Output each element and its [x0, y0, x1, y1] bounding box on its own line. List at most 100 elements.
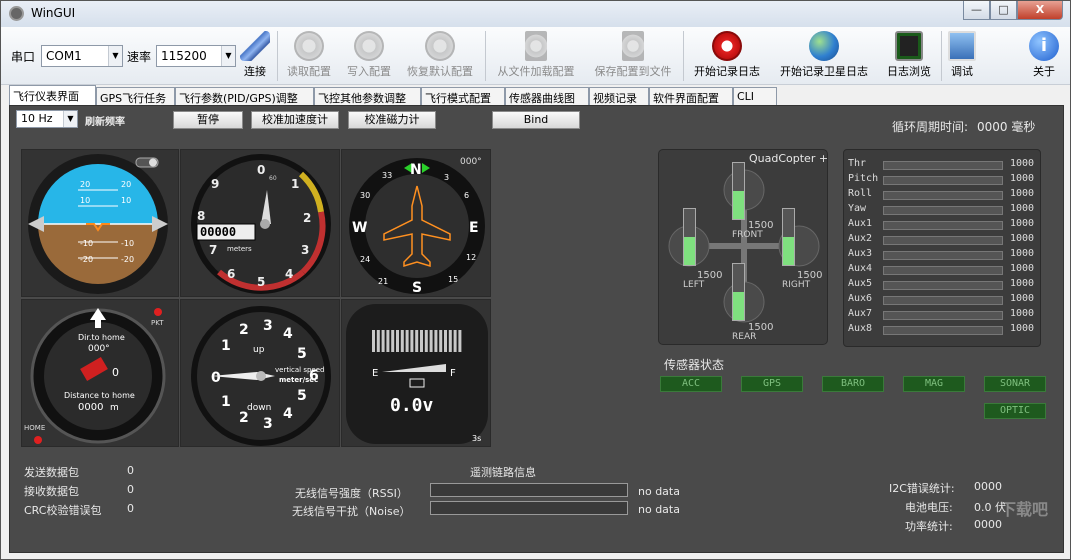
vario-numeral: 1: [221, 394, 231, 410]
connect-button[interactable]: 连接: [239, 31, 271, 79]
pitch-label: -20: [80, 255, 93, 264]
battery-scale-segment: [391, 330, 395, 352]
restore-default-button[interactable]: 恢复默认配置: [401, 31, 479, 79]
tab-cli[interactable]: CLI: [733, 87, 777, 105]
tab-gps-mission[interactable]: GPS飞行任务: [96, 87, 175, 105]
baud-select[interactable]: 115200 ▼: [156, 45, 236, 67]
minimize-button[interactable]: —: [963, 1, 990, 20]
app-icon: [9, 6, 24, 21]
vario-numeral: 5: [297, 388, 307, 404]
crc-errors-label: CRC校验错误包: [24, 504, 102, 517]
compass-tick: 33: [382, 171, 392, 180]
compass-tick: 24: [360, 255, 370, 264]
attitude-indicator: 20 10 -10 -20 20 10 -10 -20: [21, 149, 179, 297]
i2c-errors-label: I2C错误统计:: [889, 482, 955, 495]
calibrate-acc-button[interactable]: 校准加速度计: [251, 111, 339, 129]
read-config-button[interactable]: 读取配置: [281, 31, 337, 79]
sent-packets-label: 发送数据包: [24, 466, 79, 479]
tab-sensor-graphs[interactable]: 传感器曲线图: [505, 87, 589, 105]
rc-channel-row: Pitch 1000: [848, 173, 1048, 187]
log-browse-button[interactable]: 日志浏览: [881, 31, 937, 79]
close-button[interactable]: X: [1017, 1, 1063, 20]
write-config-button[interactable]: 写入配置: [341, 31, 397, 79]
port-label: 串口: [11, 50, 36, 64]
battery-empty-label: E: [372, 368, 378, 379]
save-file-label: 保存配置到文件: [594, 65, 672, 78]
rc-channel-bar: [883, 176, 1003, 185]
chevron-down-icon: ▼: [63, 111, 77, 127]
chevron-down-icon: ▼: [108, 46, 122, 66]
vario-numeral: 4: [283, 326, 293, 342]
home-gauge-svg: Dir.to home 000° 0 Distance to home 0000…: [24, 308, 166, 444]
tab-other-params[interactable]: 飞控其他参数调整: [314, 87, 421, 105]
battery-scale-segment: [439, 330, 443, 352]
save-file-button[interactable]: 保存配置到文件: [587, 31, 679, 79]
dir-home-label: Dir.to home: [78, 333, 125, 342]
motor-front-label: FRONT: [732, 230, 763, 240]
heading-value: 000°: [460, 157, 482, 167]
battery-scale-segment: [424, 330, 428, 352]
rc-channel-bar: [883, 311, 1003, 320]
motor-rear-label: REAR: [732, 332, 757, 342]
toolbar-separator: [277, 31, 278, 81]
load-file-button[interactable]: 从文件加载配置: [491, 31, 581, 79]
port-select[interactable]: COM1 ▼: [41, 45, 123, 67]
compass-south: S: [412, 280, 422, 296]
altimeter-numeral: 0: [257, 163, 265, 177]
file-import-icon: [525, 31, 547, 61]
about-button[interactable]: i 关于: [1027, 31, 1061, 79]
tab-video-record[interactable]: 视频记录: [589, 87, 649, 105]
rssi-label: 无线信号强度（RSSI）: [295, 487, 408, 500]
rc-channel-name: Roll: [848, 188, 873, 199]
compass-tick: 15: [448, 275, 458, 284]
rc-channel-value: 1000: [1010, 248, 1035, 259]
motor-right-label: RIGHT: [782, 280, 811, 290]
debug-label: 调试: [951, 65, 973, 78]
rc-channel-bar: [883, 266, 1003, 275]
recv-packets-label: 接收数据包: [24, 485, 79, 498]
tab-flight-instruments[interactable]: 飞行仪表界面: [9, 85, 96, 105]
dir-home-value: 000°: [88, 344, 110, 354]
start-sat-log-button[interactable]: 开始记录卫星日志: [773, 31, 875, 79]
heading-gauge-svg: 000° N E S W 3 6 12 15 21 24 30 33: [349, 157, 485, 296]
rc-channel-row: Aux5 1000: [848, 278, 1048, 292]
toolbar: 串口 COM1 ▼ 速率 115200 ▼ 连接 读取配置 写入配置 恢复默认配置 …: [1, 27, 1070, 85]
refresh-rate-select[interactable]: 10 Hz ▼: [16, 110, 78, 128]
rc-channel-name: Yaw: [848, 203, 867, 214]
heading-indicator: 000° N E S W 3 6 12 15 21 24 30 33: [341, 149, 491, 297]
power-stats-label: 功率统计:: [905, 520, 953, 533]
sensor-status-title: 传感器状态: [664, 358, 725, 372]
write-config-label: 写入配置: [347, 65, 391, 78]
sensor-mag-indicator: MAG: [903, 376, 965, 392]
battery-scale-segment: [429, 330, 433, 352]
start-log-button[interactable]: 开始记录日志: [687, 31, 767, 79]
motor-fill: [783, 237, 794, 265]
pause-button[interactable]: 暂停: [173, 111, 243, 129]
rc-channel-name: Aux2: [848, 233, 873, 244]
bind-button[interactable]: Bind: [492, 111, 580, 129]
maximize-button[interactable]: □: [990, 1, 1017, 20]
battery-indicator: E F 0.0v 3s: [341, 299, 491, 447]
start-sat-log-label: 开始记录卫星日志: [780, 65, 868, 78]
rc-channel-bar: [883, 296, 1003, 305]
baud-label: 速率: [127, 50, 152, 64]
pitch-label: -10: [80, 239, 93, 248]
sensor-acc-indicator: ACC: [660, 376, 722, 392]
motor-left-label: LEFT: [683, 280, 705, 290]
cycle-time-label: 循环周期时间:: [892, 120, 969, 134]
altimeter-numeral: 1: [291, 177, 299, 191]
rc-channel-name: Aux1: [848, 218, 873, 229]
tab-flight-modes[interactable]: 飞行模式配置: [421, 87, 505, 105]
monitor-icon: [895, 31, 923, 61]
window-title: WinGUI: [31, 6, 76, 20]
i2c-errors-value: 0000: [974, 480, 1002, 493]
debug-button[interactable]: 调试: [945, 31, 979, 79]
rc-channel-row: Aux7 1000: [848, 308, 1048, 322]
rc-channel-row: Thr 1000: [848, 158, 1048, 172]
calibrate-mag-button[interactable]: 校准磁力计: [348, 111, 436, 129]
tab-pid-tuning[interactable]: 飞行参数(PID/GPS)调整: [175, 87, 314, 105]
tab-ui-config[interactable]: 软件界面配置: [649, 87, 733, 105]
vertical-speed-indicator: 0 1 2 3 4 5 6 1 2 3 4 5 up down vertical…: [180, 299, 340, 447]
sensor-optic-indicator: OPTIC: [984, 403, 1046, 419]
battery-scale-segment: [448, 330, 452, 352]
